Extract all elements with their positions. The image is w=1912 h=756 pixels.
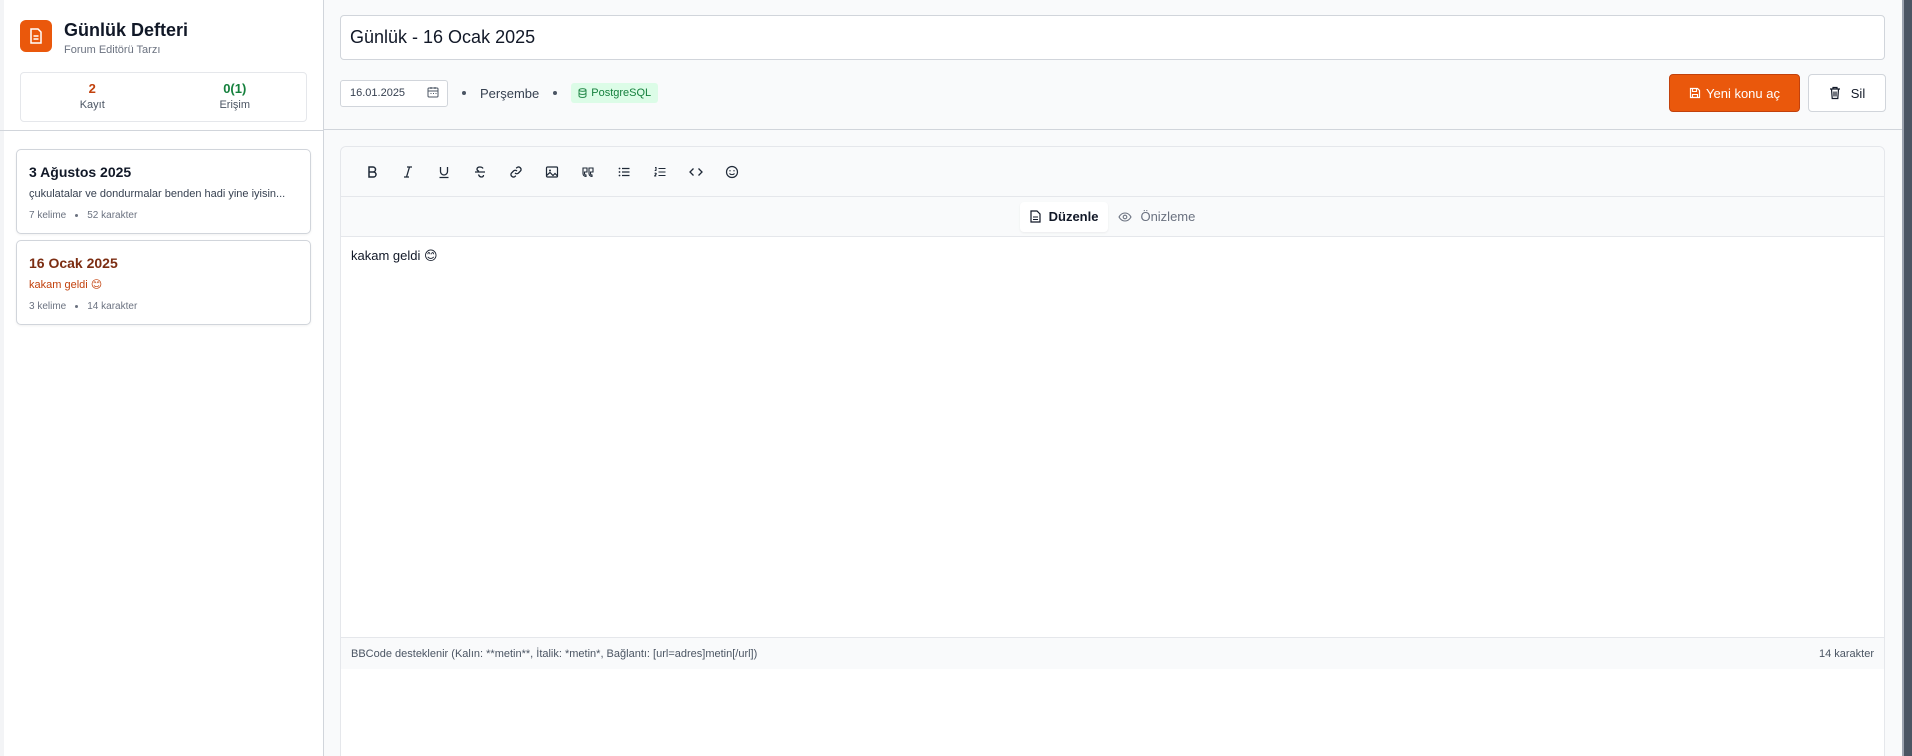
editor-footer: BBCode desteklenir (Kalın: **metin**, İt…: [341, 637, 1884, 669]
entry-word-count: 3 kelime: [29, 301, 67, 312]
sidebar: Günlük Defteri Forum Editörü Tarzı 2 Kay…: [0, 0, 324, 756]
code-icon[interactable]: [678, 157, 714, 187]
main-panel: Günlük - 16 Ocak 2025 16.01.2025 Perşemb…: [324, 0, 1902, 756]
new-topic-label: Yeni konu aç: [1706, 85, 1780, 101]
strikethrough-icon[interactable]: [462, 157, 498, 187]
underline-icon[interactable]: [426, 157, 462, 187]
editor-tabs: Düzenle Önizleme: [341, 197, 1884, 237]
document-icon: [1030, 210, 1041, 223]
entry-meta: 7 kelime 52 karakter: [29, 210, 298, 221]
entry-excerpt: çukulatalar ve dondurmalar benden hadi y…: [29, 188, 286, 200]
database-badge-label: PostgreSQL: [591, 87, 652, 99]
separator-dot: [553, 91, 558, 95]
notebook-icon: [20, 20, 52, 52]
entry-list: 3 Ağustos 2025 çukulatalar ve dondurmala…: [0, 131, 323, 325]
window-edge: [1902, 0, 1912, 756]
entry-word-count: 7 kelime: [29, 210, 67, 221]
entry-excerpt: kakam geldi 😊: [29, 279, 103, 291]
editor: Düzenle Önizleme kakam geldi 😊 BBCode de…: [340, 146, 1885, 756]
separator-dot: [75, 214, 79, 217]
entry-item-active[interactable]: 16 Ocak 2025 kakam geldi 😊 3 kelime 14 k…: [16, 240, 311, 325]
stat-records: 2 Kayıt: [21, 73, 164, 121]
entry-meta: 3 kelime 14 karakter: [29, 301, 298, 312]
tab-edit-label: Düzenle: [1048, 209, 1099, 224]
stat-records-label: Kayıt: [79, 99, 105, 111]
app-title: Günlük Defteri: [64, 20, 189, 40]
entry-header: Günlük - 16 Ocak 2025 16.01.2025 Perşemb…: [324, 0, 1902, 130]
format-toolbar: [341, 147, 1884, 197]
brand: Günlük Defteri Forum Editörü Tarzı: [20, 20, 307, 56]
new-topic-button[interactable]: Yeni konu aç: [1669, 74, 1800, 112]
meta-row: 16.01.2025 Perşembe PostgreSQL Yeni konu…: [340, 74, 1886, 112]
stat-access: 0(1) Erişim: [164, 73, 307, 121]
stats-box: 2 Kayıt 0(1) Erişim: [20, 72, 307, 122]
calendar-icon: [427, 86, 439, 101]
eye-icon: [1118, 211, 1133, 222]
separator-dot: [462, 91, 466, 95]
delete-button[interactable]: Sil: [1808, 74, 1886, 112]
tab-edit[interactable]: Düzenle: [1019, 201, 1109, 232]
quote-icon[interactable]: [570, 157, 606, 187]
delete-label: Sil: [1850, 85, 1866, 101]
trash-icon: [1829, 86, 1840, 100]
save-icon: [1689, 87, 1701, 99]
entry-item[interactable]: 3 Ağustos 2025 çukulatalar ve dondurmala…: [16, 149, 311, 234]
separator-dot: [75, 305, 79, 308]
stat-records-value: 2: [88, 81, 96, 96]
entry-char-count: 52 karakter: [87, 210, 138, 221]
date-picker[interactable]: 16.01.2025: [340, 79, 448, 107]
emoji-icon[interactable]: [714, 157, 750, 187]
database-badge: PostgreSQL: [571, 83, 659, 103]
weekday-label: Perşembe: [480, 85, 540, 101]
database-icon: [578, 88, 587, 98]
entry-title: 16 Ocak 2025: [29, 255, 118, 271]
tab-preview-label: Önizleme: [1140, 209, 1196, 224]
link-icon[interactable]: [498, 157, 534, 187]
image-icon[interactable]: [534, 157, 570, 187]
bullet-list-icon[interactable]: [606, 157, 642, 187]
app-window: Günlük Defteri Forum Editörü Tarzı 2 Kay…: [0, 0, 1912, 756]
sidebar-header: Günlük Defteri Forum Editörü Tarzı 2 Kay…: [0, 0, 323, 131]
stat-access-label: Erişim: [219, 99, 251, 111]
entry-title: 3 Ağustos 2025: [29, 164, 132, 180]
entry-char-count: 14 karakter: [87, 301, 138, 312]
char-count: 14 karakter: [1818, 647, 1874, 660]
numbered-list-icon[interactable]: [642, 157, 678, 187]
italic-icon[interactable]: [390, 157, 426, 187]
app-subtitle: Forum Editörü Tarzı: [64, 44, 161, 56]
title-input[interactable]: Günlük - 16 Ocak 2025: [340, 15, 1885, 60]
bbcode-hint: BBCode desteklenir (Kalın: **metin**, İt…: [351, 647, 758, 660]
editor-textarea[interactable]: kakam geldi 😊: [341, 237, 1884, 637]
bold-icon[interactable]: [354, 157, 390, 187]
tab-preview[interactable]: Önizleme: [1108, 202, 1205, 232]
stat-access-value: 0(1): [223, 81, 247, 96]
date-value: 16.01.2025: [350, 87, 406, 99]
